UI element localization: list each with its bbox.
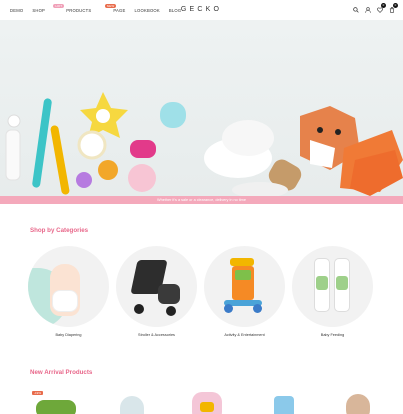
arrivals-title: New Arrival Products [30,369,93,376]
category-image [116,246,197,327]
wishlist-icon[interactable]: 0 [376,3,386,13]
category-list: Baby Diapering Stroller & Accessories Ac… [28,246,373,337]
baby-shoes-illustration [204,120,302,196]
category-image [28,246,109,327]
category-stroller[interactable]: Stroller & Accessories [116,246,197,337]
cart-count: 0 [393,3,398,8]
nav-lookbook[interactable]: LOOKBOOK [135,8,160,13]
product-card[interactable] [182,388,232,414]
search-icon[interactable] [352,6,359,13]
nav-shop-badge: HOT [53,3,65,8]
header-icons: 0 0 [352,3,398,13]
categories-title: Shop by Categories [30,227,89,234]
hero-image [5,92,403,196]
category-baby-feeding[interactable]: Baby Feeding [292,246,373,337]
site-header: DEMO SHOP HOT PRODUCTS NEW PAGE LOOKBOOK… [0,0,403,20]
category-activity[interactable]: Activity & Entertainment [204,246,285,337]
nav-blog[interactable]: BLOG [169,8,181,13]
nav-products[interactable]: PRODUCTS NEW [66,3,117,13]
account-icon[interactable] [364,6,371,13]
sale-badge: -19% [32,391,44,395]
category-label: Baby Diapering [55,333,82,337]
main-nav: DEMO SHOP HOT PRODUCTS NEW PAGE LOOKBOOK… [10,3,181,13]
nav-shop-label: SHOP [32,7,45,13]
wishlist-count: 0 [381,3,386,8]
category-image [292,246,373,327]
cart-icon[interactable]: 0 [388,3,398,13]
promo-strip: Whether it's a sale or a clearance, deli… [0,196,403,204]
product-list: -19% [30,388,384,414]
nav-products-label: PRODUCTS [66,7,92,13]
nav-page[interactable]: PAGE [113,8,125,13]
pacifier-chain-illustration [5,98,70,195]
fox-toy-illustration [300,106,403,196]
hero-banner[interactable] [0,20,403,196]
category-baby-diapering[interactable]: Baby Diapering [28,246,109,337]
category-label: Stroller & Accessories [138,333,175,337]
product-card[interactable] [334,388,384,414]
category-image [204,246,285,327]
product-card[interactable] [106,388,156,414]
category-label: Baby Feeding [320,333,345,337]
nav-demo[interactable]: DEMO [10,8,23,13]
site-logo[interactable]: GECKO [181,6,222,13]
product-card[interactable]: -19% [30,388,80,414]
star-teether-illustration [77,92,128,160]
category-label: Activity & Entertainment [224,333,265,337]
product-card[interactable] [258,388,308,414]
nav-shop[interactable]: SHOP HOT [32,3,65,13]
